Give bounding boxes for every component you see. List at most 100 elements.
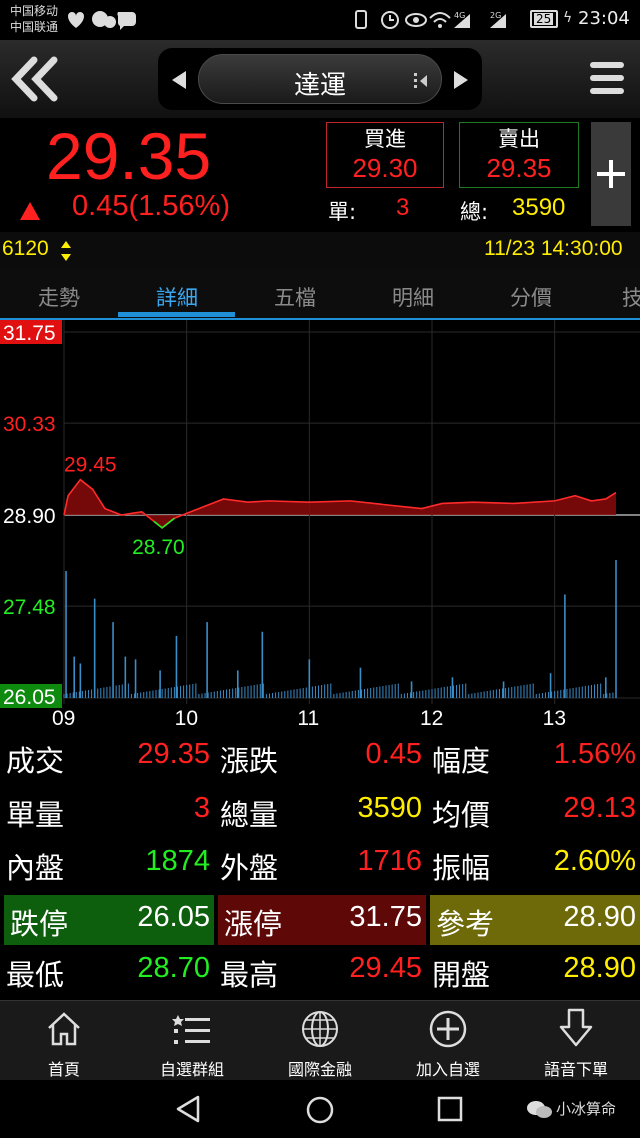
table-cell-value: 1.56% [553, 738, 636, 770]
unit-value: 3 [396, 194, 410, 221]
nav-watchlist-groups[interactable]: 自選群組 [128, 1001, 256, 1081]
table-cell-label: 總量 [220, 797, 279, 832]
table-cell-label: 單量 [6, 797, 65, 832]
prev-stock-icon[interactable] [170, 69, 188, 91]
table-cell-label: 跌停 [10, 906, 69, 941]
x-tick-label: 09 [52, 707, 75, 730]
table-cell-value: 3590 [357, 791, 422, 824]
table-cell-left: 跌停 26.05 [4, 894, 214, 945]
table-row: 單量 3 總量 3590 均價 29.13 [0, 786, 640, 838]
battery-icon: 25 [530, 10, 558, 28]
table-cell-label: 均價 [432, 797, 491, 832]
table-cell-value: 28.90 [563, 900, 636, 933]
x-tick-label: 13 [543, 707, 566, 730]
table-cell-label: 成交 [6, 744, 65, 778]
carrier-1: 中国移动 [10, 4, 59, 18]
table-cell-mid: 漲停 31.75 [218, 894, 426, 945]
tab-price-volume[interactable]: 分價 [472, 282, 590, 312]
total-value: 3590 [512, 194, 566, 221]
status-bar: 中国移动 中国联通 4G 2G 25 ϟ 23:04 [0, 0, 640, 40]
table-cell-value: 29.35 [137, 738, 210, 770]
tab-ticks[interactable]: 明細 [354, 282, 472, 312]
x-tick-label: 11 [297, 707, 319, 730]
next-stock-icon[interactable] [452, 69, 470, 91]
total-label: 總: [460, 200, 489, 224]
quote-panel: 29.35 0.45(1.56%) 買進 29.30 賣出 29.35 單: 3… [0, 118, 640, 232]
table-cell-mid: 最高 29.45 [214, 946, 426, 998]
last-price: 29.35 [46, 119, 212, 193]
tab-detail[interactable]: 詳細 [118, 282, 236, 312]
stock-selector: 達運 [158, 48, 482, 110]
stock-name: 達運 [293, 71, 346, 101]
home-circle-icon[interactable] [304, 1094, 336, 1126]
up-triangle-icon [20, 202, 40, 220]
table-row: 內盤 1874 外盤 1716 振幅 2.60% [0, 839, 640, 891]
notification-icons [68, 11, 136, 30]
back-triangle-icon[interactable] [174, 1094, 204, 1124]
table-cell-label: 開盤 [432, 958, 491, 992]
nav-home[interactable]: 首頁 [0, 1001, 128, 1081]
carrier-2: 中国联通 [10, 20, 59, 34]
nav-international[interactable]: 國際金融 [256, 1001, 384, 1081]
svg-text:4G: 4G [454, 11, 465, 20]
table-cell-label: 參考 [436, 906, 495, 941]
bottom-nav: 首頁 自選群組 國際金融 加入自選 語音下單 [0, 1000, 640, 1080]
double-chevron-left-icon[interactable] [8, 54, 64, 104]
tab-trend[interactable]: 走勢 [0, 282, 118, 312]
sort-arrows-icon[interactable] [60, 241, 72, 261]
bid-box[interactable]: 買進 29.30 [326, 122, 444, 188]
table-cell-left: 最低 28.70 [0, 946, 214, 998]
table-cell-value: 26.05 [137, 900, 210, 933]
hamburger-icon[interactable] [588, 60, 628, 98]
list-icon [172, 1015, 210, 1044]
system-status-icons: 4G 2G [355, 10, 506, 29]
nav-voice-order[interactable]: 語音下單 [512, 1001, 640, 1081]
table-cell-mid: 漲跌 0.45 [214, 732, 426, 784]
table-cell-right: 參考 28.90 [430, 894, 640, 945]
tab-five-levels[interactable]: 五檔 [236, 282, 354, 312]
x-tick-label: 12 [420, 707, 443, 730]
table-row: 跌停 26.05 漲停 31.75 參考 28.90 [0, 893, 640, 945]
svg-text:2G: 2G [490, 11, 501, 20]
add-button[interactable] [591, 122, 631, 226]
x-tick-label: 10 [175, 707, 198, 730]
high-marker-label: 29.45 [64, 454, 117, 477]
tab-underline [118, 312, 235, 317]
app-header: 達運 [0, 40, 640, 118]
table-cell-left: 成交 29.35 [0, 732, 214, 784]
charging-icon: ϟ [563, 10, 573, 26]
nav-add-watchlist-label: 加入自選 [415, 1060, 480, 1079]
stock-name-pill[interactable]: 達運 [198, 54, 442, 104]
intraday-chart[interactable]: 31.75 30.33 28.90 27.48 26.05 09 10 11 12 13 29.… [0, 320, 640, 730]
unit-label: 單: [328, 200, 357, 224]
bid-label: 買進 [364, 127, 406, 151]
table-cell-right: 振幅 2.60% [426, 839, 640, 891]
quote-datetime: 11/23 14:30:00 [484, 237, 623, 260]
watermark-text: 小冰算命 [556, 1100, 617, 1118]
table-row: 成交 29.35 漲跌 0.45 幅度 1.56% [0, 732, 640, 784]
ask-label: 賣出 [498, 127, 540, 151]
ask-box[interactable]: 賣出 29.35 [459, 122, 579, 188]
globe-icon [302, 1011, 338, 1047]
table-cell-value: 2.60% [553, 845, 636, 877]
nav-add-watchlist[interactable]: 加入自選 [384, 1001, 512, 1081]
table-cell-value: 28.70 [137, 952, 210, 984]
table-cell-value: 29.13 [563, 791, 636, 824]
table-cell-value: 1874 [145, 845, 210, 877]
tab-technical[interactable]: 技 [590, 282, 640, 312]
table-cell-right: 開盤 28.90 [426, 946, 640, 998]
table-cell-right: 幅度 1.56% [426, 732, 640, 784]
table-cell-label: 漲跌 [220, 744, 279, 778]
recents-square-icon[interactable] [436, 1095, 466, 1125]
plus-icon [597, 160, 625, 188]
nav-international-label: 國際金融 [287, 1060, 352, 1079]
quote-detail-table: 成交 29.35 漲跌 0.45 幅度 1.56% 單量 3 總量 3590 均價 29.13 內盤 18… [0, 730, 640, 1000]
y-tick-label: 31.75 [3, 322, 56, 345]
ask-value: 29.35 [486, 153, 552, 183]
table-cell-value: 0.45 [365, 738, 422, 770]
home-icon [48, 1012, 80, 1046]
table-cell-label: 內盤 [6, 851, 65, 885]
info-bar: 6120 11/23 14:30:00 [0, 232, 640, 268]
system-nav-bar: 小冰算命 [0, 1080, 640, 1138]
nav-home-label: 首頁 [47, 1060, 80, 1079]
